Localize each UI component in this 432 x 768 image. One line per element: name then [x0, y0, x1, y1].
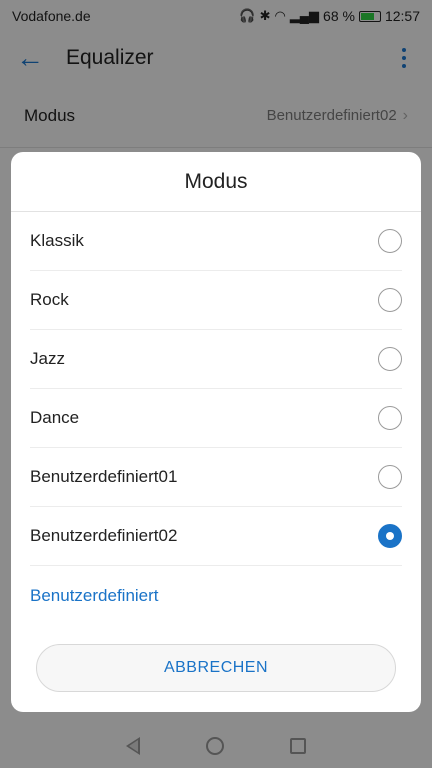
radio-button[interactable]: [378, 288, 402, 312]
option-benutzerdefiniert02[interactable]: Benutzerdefiniert02: [30, 507, 402, 566]
cancel-button[interactable]: ABBRECHEN: [36, 644, 396, 692]
option-klassik[interactable]: Klassik: [30, 212, 402, 271]
option-dance[interactable]: Dance: [30, 389, 402, 448]
radio-button[interactable]: [378, 229, 402, 253]
option-label: Dance: [30, 408, 80, 427]
option-rock[interactable]: Rock: [30, 271, 402, 330]
radio-button-selected[interactable]: [378, 524, 402, 548]
mode-options-list: Klassik Rock Jazz Dance Benutzerdefinier…: [11, 212, 421, 566]
option-label: Jazz: [30, 349, 65, 368]
dialog-title: Modus: [11, 152, 421, 212]
radio-button[interactable]: [378, 406, 402, 430]
option-jazz[interactable]: Jazz: [30, 330, 402, 389]
option-benutzerdefiniert01[interactable]: Benutzerdefiniert01: [30, 448, 402, 507]
system-nav-bar: [0, 724, 432, 768]
option-label: Rock: [30, 290, 69, 309]
option-label: Benutzerdefiniert01: [30, 467, 178, 486]
mode-dialog: Modus Klassik Rock Jazz Dance Benutzerde…: [11, 152, 421, 712]
nav-recents-icon[interactable]: [290, 738, 306, 754]
nav-home-icon[interactable]: [206, 737, 224, 755]
option-label: Benutzerdefiniert02: [30, 526, 178, 545]
radio-button[interactable]: [378, 465, 402, 489]
radio-button[interactable]: [378, 347, 402, 371]
nav-back-icon[interactable]: [126, 737, 140, 755]
option-label: Klassik: [30, 231, 84, 250]
custom-equalizer-link[interactable]: Benutzerdefiniert: [11, 566, 421, 626]
